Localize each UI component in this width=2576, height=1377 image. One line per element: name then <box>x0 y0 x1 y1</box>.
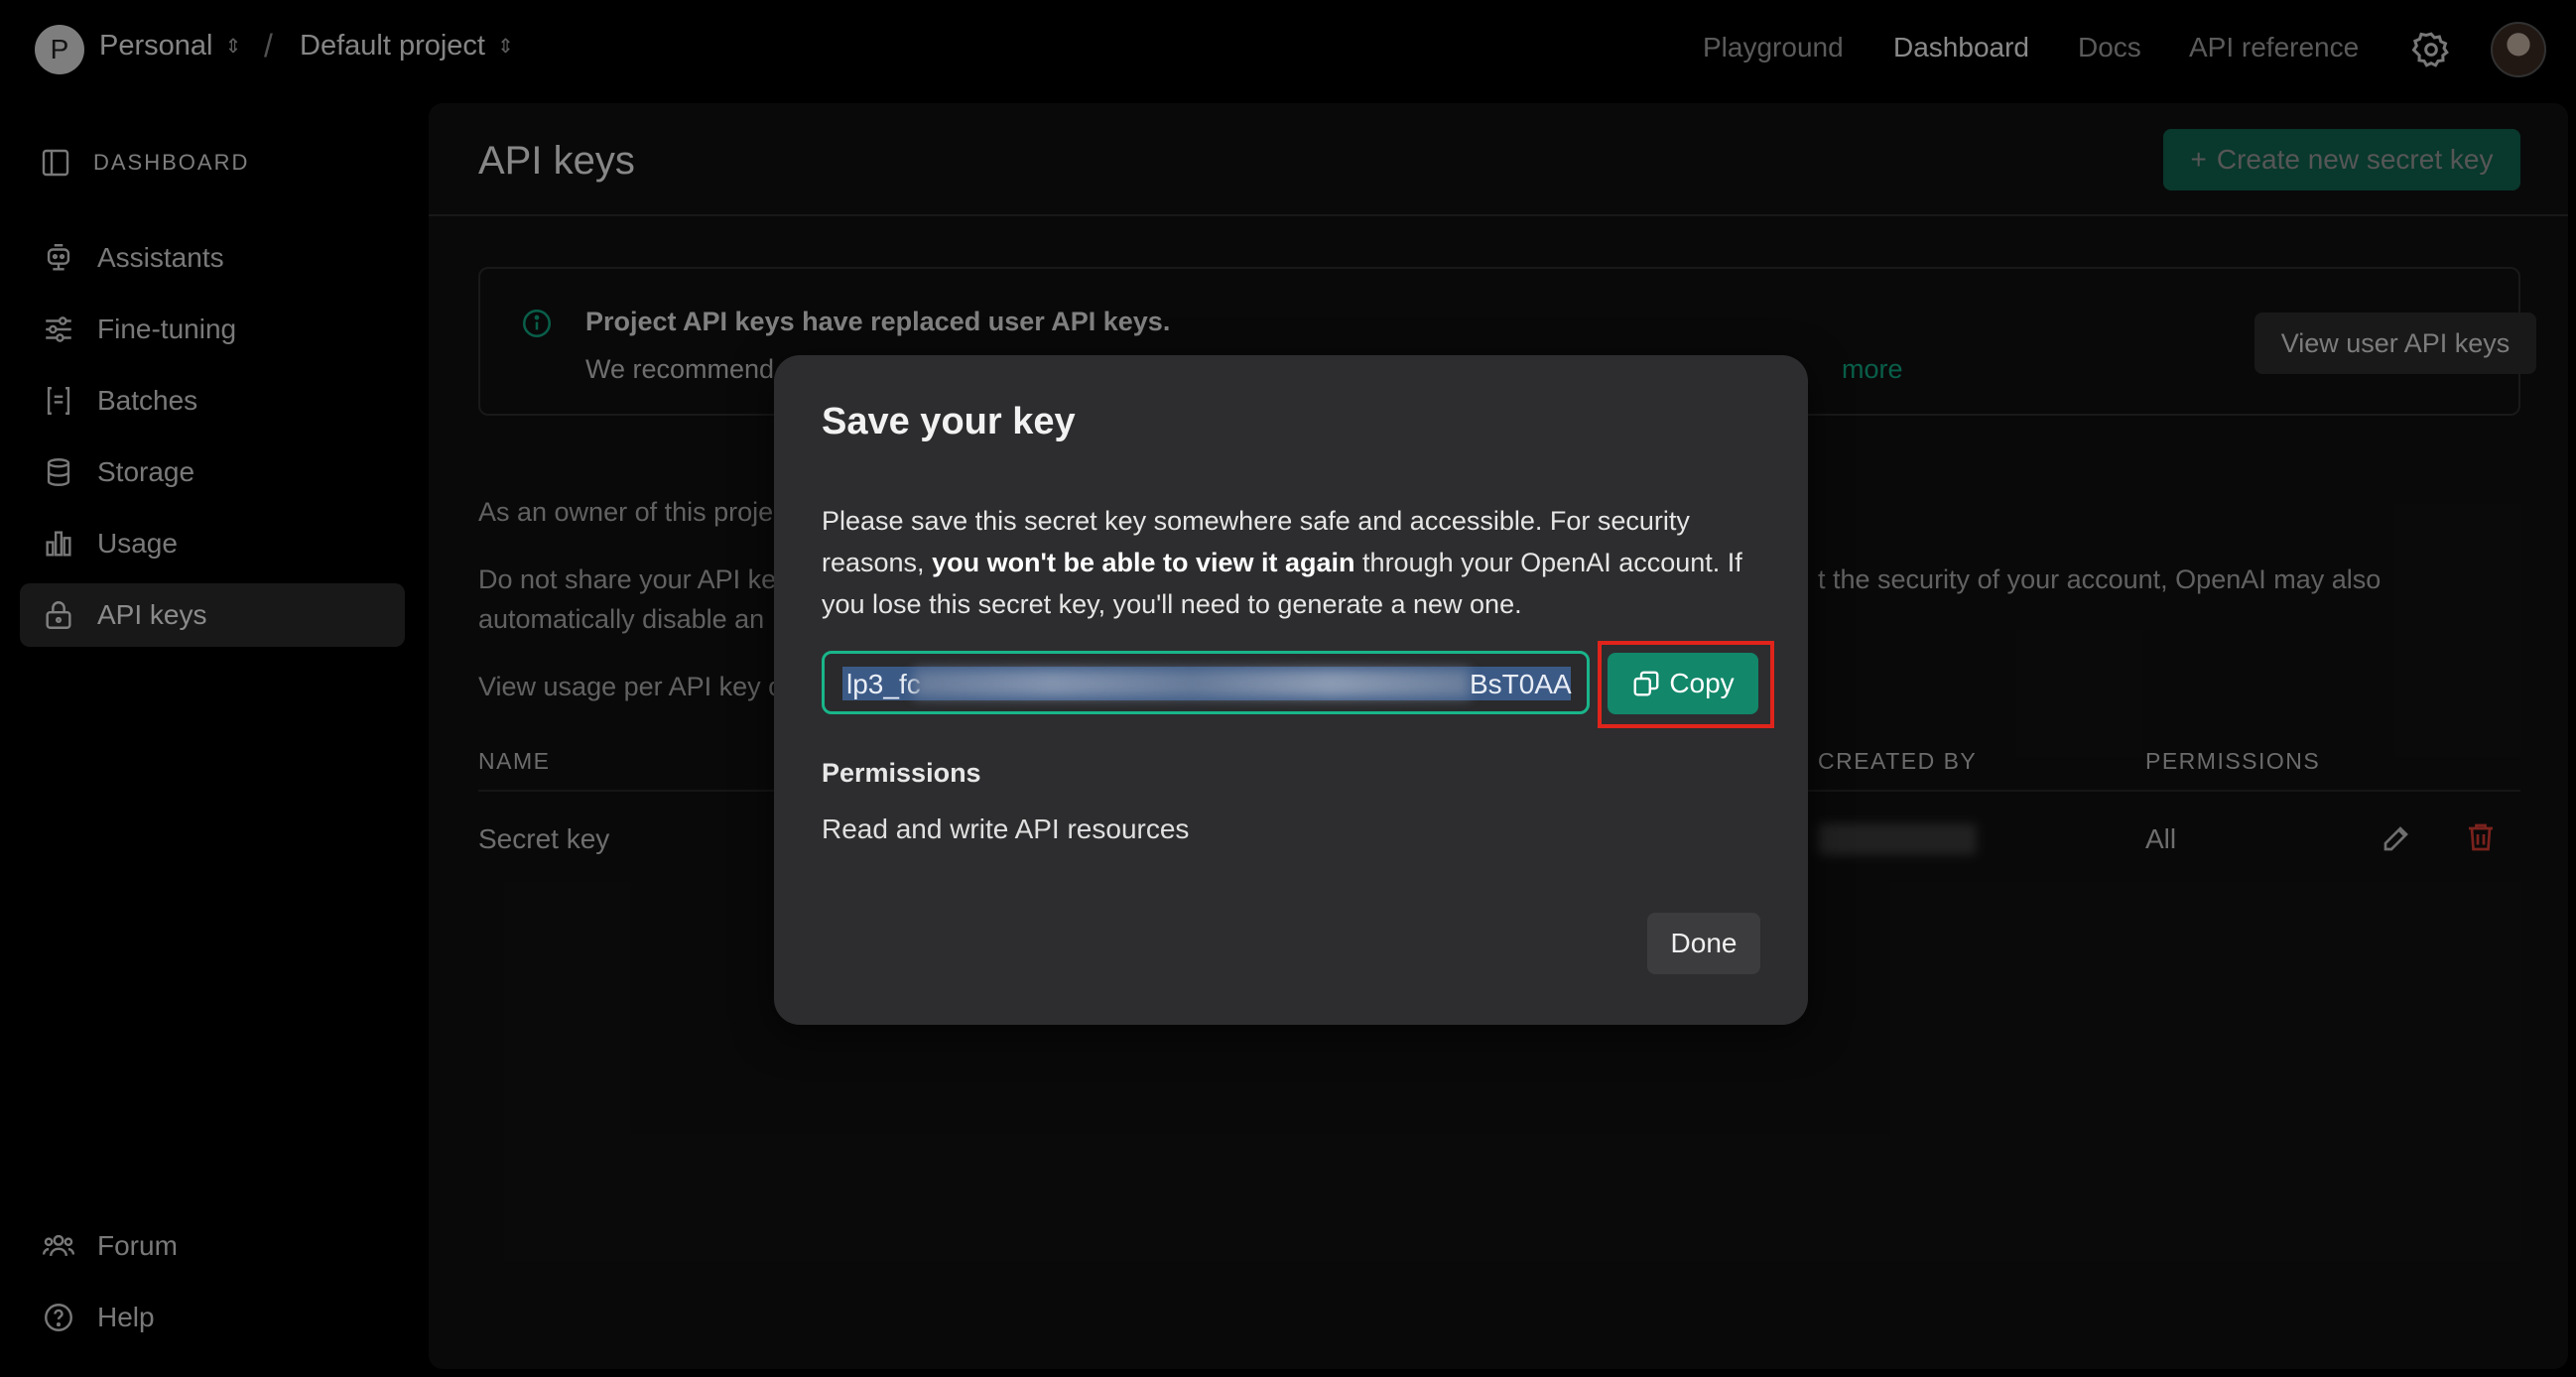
key-suffix: BsT0AA <box>1470 669 1572 699</box>
key-redacted <box>914 670 1470 697</box>
dialog-description-bold: you won't be able to view it again <box>932 548 1355 577</box>
dialog-description: Please save this secret key somewhere sa… <box>822 500 1774 625</box>
save-key-dialog: Save your key Please save this secret ke… <box>774 355 1808 1025</box>
copy-button-highlight <box>1598 641 1774 728</box>
secret-key-field[interactable]: lp3_fc BsT0AA <box>822 651 1590 714</box>
permissions-value: Read and write API resources <box>822 814 1190 844</box>
done-button[interactable]: Done <box>1647 913 1760 974</box>
key-prefix: lp3_fc <box>846 669 921 699</box>
permissions-label: Permissions <box>822 758 981 788</box>
dialog-title: Save your key <box>822 401 1076 442</box>
